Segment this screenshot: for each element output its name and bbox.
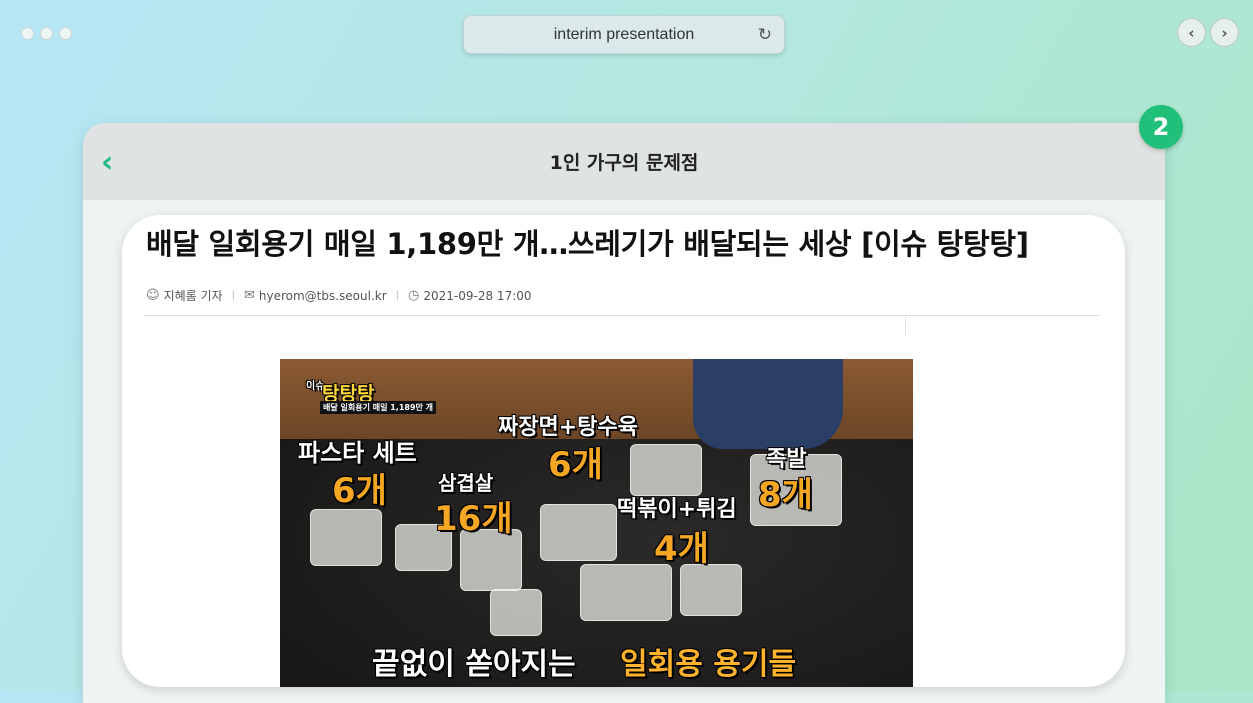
meta-separator: | <box>231 290 235 301</box>
photo-person <box>693 359 843 449</box>
container-shape <box>580 564 672 621</box>
slide-title: 1인 가구의 문제점 <box>549 152 699 174</box>
photo-caption-orange: 일회용 용기들 <box>620 647 797 682</box>
article-headline: 배달 일회용기 매일 1,189만 개…쓰레기가 배달되는 세상 [이슈 탕탕탕… <box>146 227 1029 261</box>
clock-icon: ◷ <box>408 288 420 303</box>
photo-count-samgyeop: 16개 <box>434 499 513 539</box>
container-shape <box>490 589 542 636</box>
container-shape <box>680 564 742 616</box>
photo-count-tteok: 4개 <box>654 529 709 569</box>
article-author: 지혜롬 기자 <box>163 289 223 303</box>
photo-label-tteok: 떡볶이+튀김 <box>617 497 737 522</box>
minimize-dot[interactable] <box>40 27 53 40</box>
mail-icon: ✉ <box>243 288 255 303</box>
page-number-badge: 2 <box>1139 105 1183 149</box>
close-dot[interactable] <box>21 27 34 40</box>
news-article: 배달 일회용기 매일 1,189만 개…쓰레기가 배달되는 세상 [이슈 탕탕탕… <box>122 215 1125 687</box>
reload-icon[interactable]: ↻ <box>758 25 772 45</box>
article-meta: ☺ 지혜롬 기자 | ✉ hyerom@tbs.seoul.kr | ◷ 202… <box>146 287 532 304</box>
address-bar[interactable]: interim presentation ↻ <box>463 15 785 54</box>
user-icon: ☺ <box>146 288 160 303</box>
slide-header: ‹ 1인 가구의 문제점 <box>83 123 1165 200</box>
window-controls <box>21 27 72 40</box>
chevron-right-icon[interactable]: › <box>1210 18 1239 47</box>
photo-caption-white: 끝없이 쏟아지는 <box>372 647 576 682</box>
article-photo: 이슈 탕탕탕 배달 일회용기 매일 1,189만 개 파스타 세트 6개 짜장면… <box>280 359 913 687</box>
address-title: interim presentation <box>553 25 695 43</box>
divider-tick <box>905 316 906 335</box>
meta-divider <box>144 315 1099 316</box>
article-email[interactable]: hyerom@tbs.seoul.kr <box>259 289 387 303</box>
chevron-left-icon[interactable]: ‹ <box>1177 18 1206 47</box>
container-shape <box>630 444 702 496</box>
slide-navigation: ‹ › <box>1177 18 1239 47</box>
maximize-dot[interactable] <box>59 27 72 40</box>
photo-count-pasta: 6개 <box>332 471 387 511</box>
article-datetime: 2021-09-28 17:00 <box>423 288 532 303</box>
photo-count-jokbal: 8개 <box>758 475 813 515</box>
meta-separator: | <box>395 290 400 301</box>
photo-logo-sub: 배달 일회용기 매일 1,189만 개 <box>320 401 437 414</box>
photo-count-jjajang: 6개 <box>548 445 603 485</box>
container-shape <box>310 509 382 566</box>
container-shape <box>540 504 617 561</box>
